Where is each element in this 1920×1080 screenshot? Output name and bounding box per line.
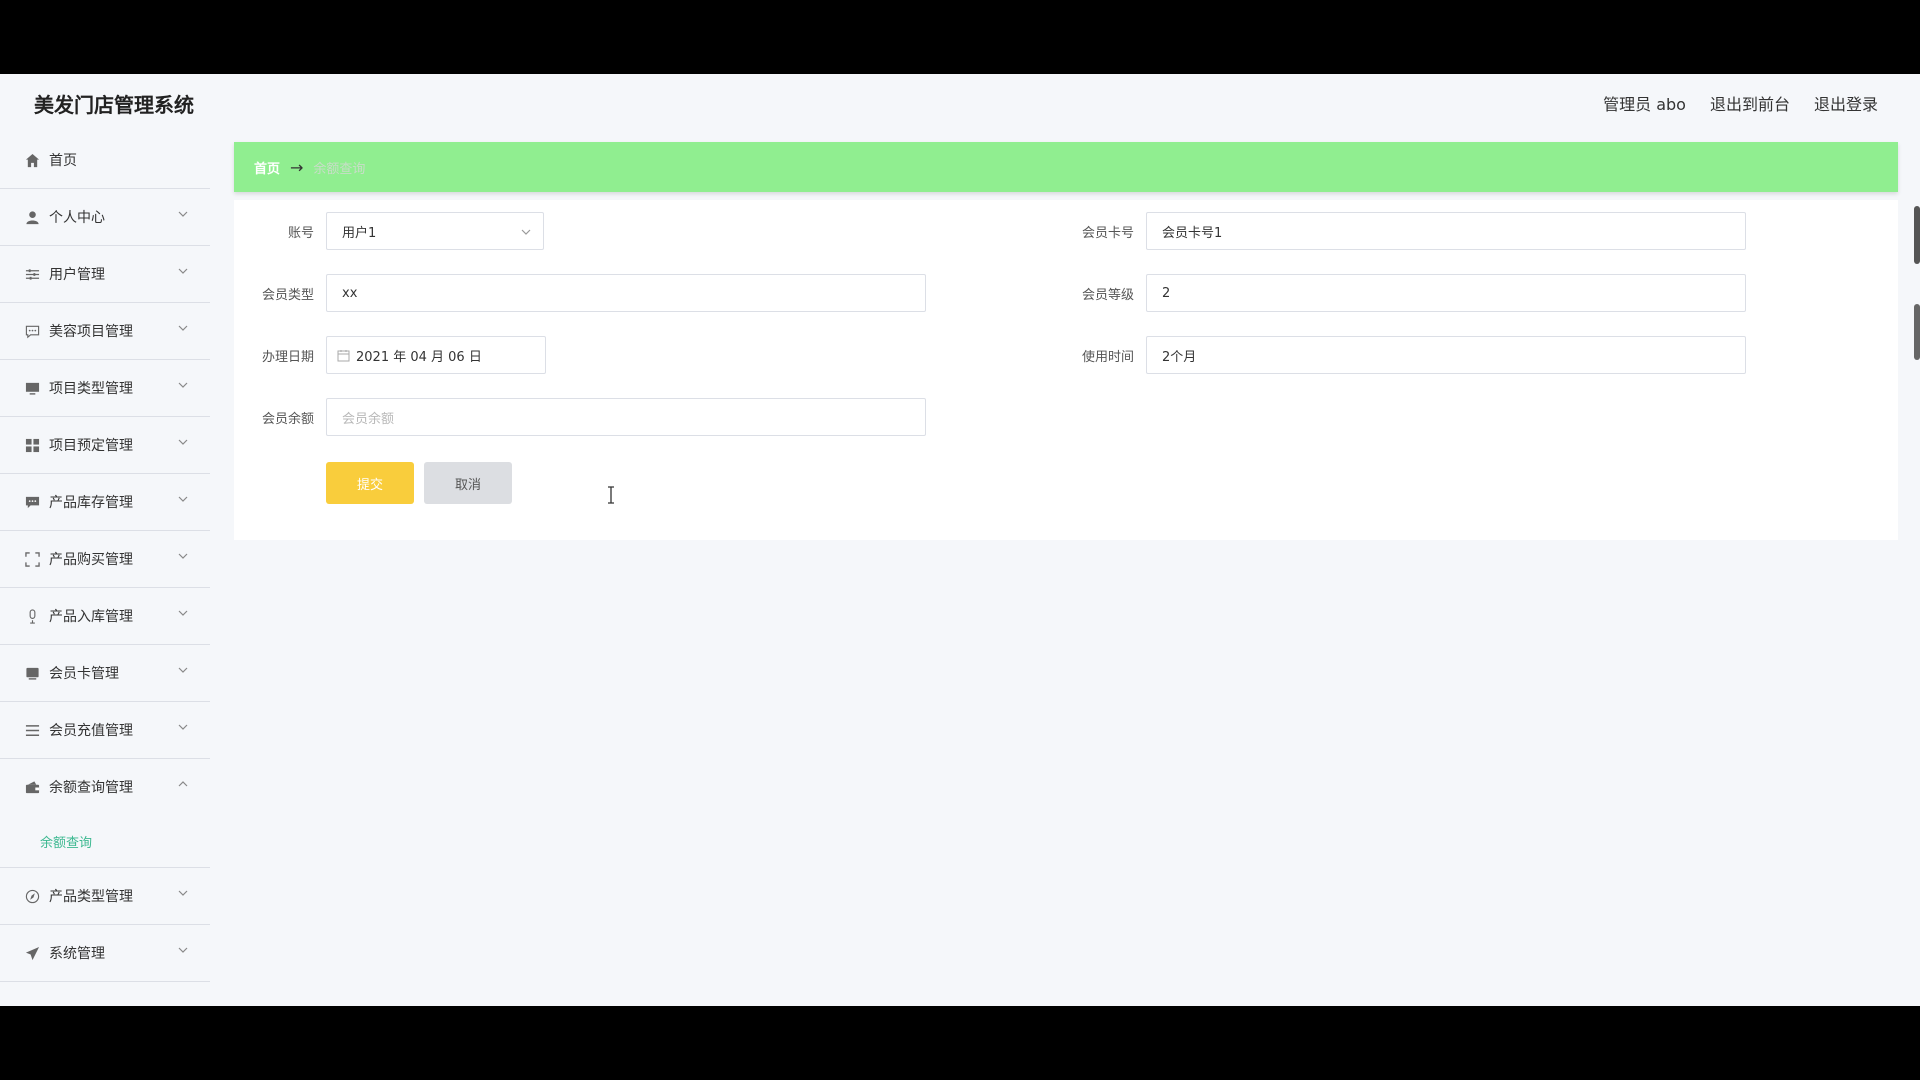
submit-button[interactable]: 提交 [326, 462, 414, 504]
sidebar-item-project-types[interactable]: 项目类型管理 [0, 360, 210, 417]
compass-icon [24, 888, 40, 904]
sidebar-item-beauty-projects[interactable]: 美容项目管理 [0, 303, 210, 360]
date-picker[interactable]: 2021 年 04 月 06 日 [326, 336, 546, 374]
card-no-label: 会员卡号 [1081, 226, 1134, 241]
balance-input[interactable]: 会员余额 [326, 398, 926, 436]
sidebar-item-product-purchase[interactable]: 产品购买管理 [0, 531, 210, 588]
sidebar-item-label: 项目预定管理 [49, 438, 133, 454]
app-screen: 美发门店管理系统 管理员 abo 退出到前台 退出登录 首页 个人中心 用户管理… [0, 74, 1920, 1006]
home-icon [24, 152, 40, 168]
user-icon [24, 209, 40, 225]
account-label: 账号 [287, 226, 314, 241]
breadcrumb-current: 余额查询 [313, 161, 366, 177]
member-type-label: 会员类型 [261, 288, 314, 303]
usage-time-value: 2个月 [1162, 349, 1197, 365]
chevron-down-icon [178, 667, 188, 673]
header-actions: 管理员 abo 退出到前台 退出登录 [1579, 91, 1878, 115]
sidebar-item-member-recharge[interactable]: 会员充值管理 [0, 702, 210, 759]
send-icon [24, 945, 40, 961]
sidebar-item-personal-center[interactable]: 个人中心 [0, 189, 210, 246]
exit-to-front-link[interactable]: 退出到前台 [1710, 91, 1790, 115]
sidebar-item-label: 会员卡管理 [49, 666, 119, 682]
sidebar-item-home[interactable]: 首页 [0, 132, 210, 189]
member-type-value: xx [342, 285, 358, 301]
sidebar-item-label: 产品入库管理 [49, 609, 133, 625]
date-label: 办理日期 [261, 350, 314, 365]
usage-time-label: 使用时间 [1081, 350, 1134, 365]
sidebar-item-system-management[interactable]: 系统管理 [0, 925, 210, 982]
sidebar-item-label: 余额查询管理 [49, 780, 133, 796]
chevron-down-icon [178, 947, 188, 953]
breadcrumb: 首页 → 余额查询 [234, 142, 1898, 192]
sidebar-item-user-management[interactable]: 用户管理 [0, 246, 210, 303]
wallet-icon [24, 779, 40, 795]
fullscreen-icon [24, 551, 40, 567]
chevron-down-icon [178, 439, 188, 445]
sidebar-item-label: 系统管理 [49, 946, 105, 962]
chevron-down-icon [178, 325, 188, 331]
message-icon [24, 494, 40, 510]
cancel-button[interactable]: 取消 [424, 462, 512, 504]
chevron-down-icon [178, 553, 188, 559]
balance-label: 会员余额 [261, 412, 314, 427]
sidebar-item-member-card[interactable]: 会员卡管理 [0, 645, 210, 702]
chevron-down-icon [178, 268, 188, 274]
chevron-down-icon [178, 382, 188, 388]
grid-icon [24, 437, 40, 453]
text-cursor-icon [608, 486, 614, 504]
breadcrumb-separator: → [290, 157, 304, 177]
sidebar-item-product-types[interactable]: 产品类型管理 [0, 868, 210, 925]
top-bar: 美发门店管理系统 管理员 abo 退出到前台 退出登录 [0, 74, 1920, 132]
calendar-icon [337, 349, 350, 361]
usage-time-field[interactable]: 2个月 [1146, 336, 1746, 374]
sidebar-item-product-inbound[interactable]: 产品入库管理 [0, 588, 210, 645]
chevron-down-icon [521, 229, 531, 235]
sidebar-item-project-booking[interactable]: 项目预定管理 [0, 417, 210, 474]
scrollbar-thumb[interactable] [1914, 304, 1920, 360]
sidebar-subitem-balance-query[interactable]: 余额查询 [0, 815, 210, 867]
sidebar-item-label: 首页 [49, 153, 77, 169]
account-value: 用户1 [342, 225, 377, 241]
sidebar-item-label: 产品购买管理 [49, 552, 133, 568]
breadcrumb-home-link[interactable]: 首页 [254, 158, 280, 177]
balance-placeholder: 会员余额 [342, 411, 395, 427]
sidebar-item-label: 美容项目管理 [49, 324, 133, 340]
app-title: 美发门店管理系统 [34, 92, 194, 117]
member-level-value: 2 [1162, 285, 1171, 301]
sidebar-item-label: 产品类型管理 [49, 889, 133, 905]
sidebar-item-label: 个人中心 [49, 210, 105, 226]
sidebar: 首页 个人中心 用户管理 美容项目管理 项目类型管理 项目预定管理 产品库存管理… [0, 132, 210, 1006]
chevron-down-icon [178, 211, 188, 217]
chat-icon [24, 323, 40, 339]
balance-form: 账号 用户1 会员卡号 会员卡号1 会员类型 xx 会员等级 2 办理日期 20… [234, 200, 1898, 540]
member-level-label: 会员等级 [1081, 288, 1134, 303]
sidebar-item-balance-query-management[interactable]: 余额查询管理 [0, 759, 210, 815]
sidebar-item-label: 用户管理 [49, 267, 105, 283]
sidebar-item-label: 会员充值管理 [49, 723, 133, 739]
card-no-field[interactable]: 会员卡号1 [1146, 212, 1746, 250]
date-value: 2021 年 04 月 06 日 [356, 349, 482, 365]
chevron-down-icon [178, 890, 188, 896]
sliders-icon [24, 266, 40, 282]
account-select[interactable]: 用户1 [326, 212, 544, 250]
member-type-field[interactable]: xx [326, 274, 926, 312]
chevron-down-icon [178, 610, 188, 616]
list-icon [24, 722, 40, 738]
chevron-down-icon [178, 496, 188, 502]
monitor-icon [24, 380, 40, 396]
scrollbar-top[interactable] [1914, 206, 1920, 264]
microphone-icon [24, 608, 40, 624]
member-level-field[interactable]: 2 [1146, 274, 1746, 312]
sidebar-item-label: 项目类型管理 [49, 381, 133, 397]
card-no-value: 会员卡号1 [1162, 225, 1223, 241]
chevron-up-icon [178, 781, 188, 787]
sidebar-group-balance-query: 余额查询管理 余额查询 [0, 759, 210, 868]
card-icon [24, 665, 40, 681]
sidebar-item-product-stock[interactable]: 产品库存管理 [0, 474, 210, 531]
sidebar-item-label: 产品库存管理 [49, 495, 133, 511]
admin-name: 管理员 abo [1603, 95, 1686, 114]
chevron-down-icon [178, 724, 188, 730]
logout-link[interactable]: 退出登录 [1814, 91, 1878, 115]
